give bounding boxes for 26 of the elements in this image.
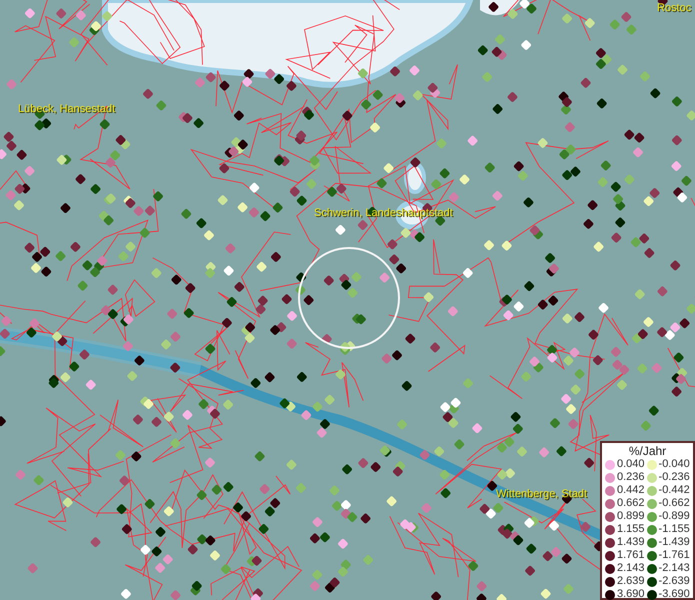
legend-value: 0.899 xyxy=(617,511,645,522)
legend-value: 0.662 xyxy=(617,498,645,509)
legend-value: 2.639 xyxy=(617,576,645,587)
selection-circle-icon xyxy=(297,246,401,350)
legend-value: -0.040 xyxy=(658,459,690,470)
legend-value: -3.690 xyxy=(658,589,690,600)
legend-value: 0.442 xyxy=(617,485,645,496)
legend-value: -0.662 xyxy=(658,498,690,509)
legend-value: -2.143 xyxy=(658,563,690,574)
legend-value: -2.639 xyxy=(658,576,690,587)
legend-value: 1.439 xyxy=(617,537,645,548)
legend-value: -1.761 xyxy=(658,550,690,561)
legend-value: -0.236 xyxy=(658,472,690,483)
place-label: Rostoc xyxy=(657,3,692,14)
legend-value: -0.442 xyxy=(658,485,690,496)
legend-value: -1.439 xyxy=(658,537,690,548)
legend-value: 0.236 xyxy=(617,472,645,483)
legend-value: 0.040 xyxy=(617,459,645,470)
legend-value: 3.690 xyxy=(617,589,645,600)
legend-value: 2.143 xyxy=(617,563,645,574)
legend-title: %/Jahr xyxy=(628,444,668,458)
legend-value: 1.155 xyxy=(617,524,645,535)
place-label: Wittenberge, Stadt xyxy=(496,489,588,500)
legend-value: -0.899 xyxy=(658,511,690,522)
legend-value: -1.155 xyxy=(658,524,690,535)
legend-value: 1.761 xyxy=(617,550,645,561)
